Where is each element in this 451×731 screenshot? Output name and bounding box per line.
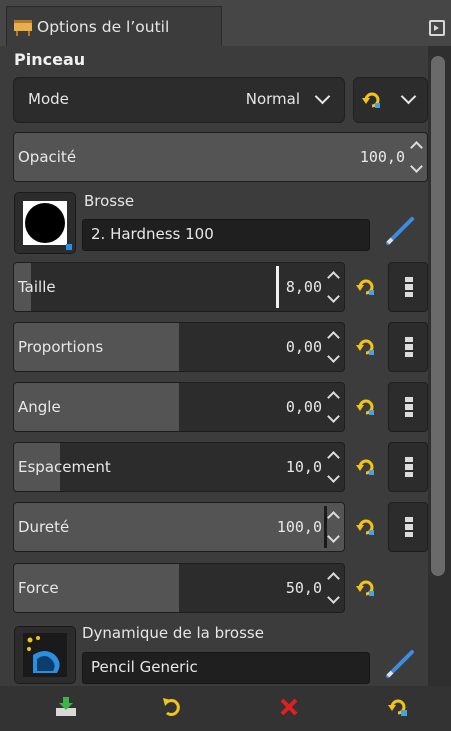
tab-bar: Options de l’outil bbox=[0, 0, 451, 46]
slider-label: Angle bbox=[18, 398, 61, 416]
mode-label: Mode bbox=[28, 90, 69, 108]
opacity-spin[interactable]: Opacité 100,0 bbox=[13, 132, 428, 182]
tool-name: Pinceau bbox=[14, 50, 86, 69]
slider-label: Proportions bbox=[18, 338, 104, 356]
link-chain-icon[interactable] bbox=[388, 322, 428, 372]
slider-5[interactable]: Dureté 100,0 bbox=[13, 502, 345, 552]
opacity-stepper[interactable] bbox=[409, 137, 425, 179]
slider-value: 50,0 bbox=[285, 579, 322, 597]
slider-value: 10,0 bbox=[285, 458, 322, 476]
scrollbar-thumb[interactable] bbox=[431, 56, 445, 576]
slider-value: 8,00 bbox=[285, 278, 322, 296]
slider-stepper[interactable] bbox=[326, 267, 342, 309]
delete-icon[interactable] bbox=[276, 694, 302, 720]
tab-menu-icon[interactable] bbox=[429, 20, 445, 36]
tab-title: Options de l’outil bbox=[37, 17, 170, 36]
dynamics-preview-button[interactable] bbox=[14, 626, 76, 684]
brush-name-field[interactable]: 2. Hardness 100 bbox=[82, 219, 370, 251]
mode-value: Normal bbox=[245, 90, 300, 108]
slider-2[interactable]: Proportions 0,00 bbox=[13, 322, 345, 372]
link-chain-icon[interactable] bbox=[388, 262, 428, 312]
slider-stepper[interactable] bbox=[326, 387, 342, 429]
slider-4[interactable]: Espacement 10,0 bbox=[13, 442, 345, 492]
reset-icon[interactable] bbox=[355, 396, 377, 418]
chevron-down-icon bbox=[400, 88, 417, 105]
link-chain-icon[interactable] bbox=[388, 442, 428, 492]
slider-1[interactable]: Taille 8,00 bbox=[13, 262, 345, 312]
slider-3[interactable]: Angle 0,00 bbox=[13, 382, 345, 432]
link-chain-icon[interactable] bbox=[388, 382, 428, 432]
bottom-toolbar bbox=[0, 686, 451, 731]
slider-6[interactable]: Force 50,0 bbox=[13, 563, 345, 613]
slider-value: 0,00 bbox=[285, 398, 322, 416]
slider-label: Taille bbox=[18, 278, 56, 296]
mode-select[interactable]: Mode Normal bbox=[13, 77, 345, 123]
dynamics-icon bbox=[23, 633, 67, 677]
slider-stepper[interactable] bbox=[326, 447, 342, 489]
brush-shape-icon bbox=[25, 203, 65, 243]
tab-tool-options[interactable]: Options de l’outil bbox=[6, 6, 222, 46]
brush-label: Brosse bbox=[84, 192, 135, 210]
edit-brush-icon[interactable] bbox=[382, 213, 418, 249]
brush-name: 2. Hardness 100 bbox=[91, 225, 214, 243]
reset-icon[interactable] bbox=[385, 694, 411, 720]
reset-icon[interactable] bbox=[355, 276, 377, 298]
slider-stepper[interactable] bbox=[326, 568, 342, 610]
reset-icon[interactable] bbox=[355, 516, 377, 538]
reset-icon bbox=[362, 92, 380, 108]
dynamics-label: Dynamique de la brosse bbox=[82, 624, 264, 642]
edit-dynamics-icon[interactable] bbox=[382, 646, 418, 682]
slider-stepper[interactable] bbox=[326, 507, 342, 549]
dynamics-name-field[interactable]: Pencil Generic bbox=[82, 652, 370, 684]
opacity-label: Opacité bbox=[18, 148, 77, 166]
slider-value: 100,0 bbox=[276, 518, 322, 536]
slider-value: 0,00 bbox=[285, 338, 322, 356]
opacity-value: 100,0 bbox=[359, 148, 405, 166]
reset-icon[interactable] bbox=[355, 456, 377, 478]
slider-label: Espacement bbox=[18, 458, 111, 476]
scrollbar[interactable] bbox=[428, 46, 451, 686]
dynamics-name: Pencil Generic bbox=[91, 658, 198, 676]
reset-icon[interactable] bbox=[355, 336, 377, 358]
brush-preview-button[interactable] bbox=[14, 192, 76, 254]
text-cursor bbox=[276, 266, 279, 308]
mode-reset-button[interactable] bbox=[353, 77, 428, 123]
slider-label: Dureté bbox=[18, 518, 70, 536]
tool-options-icon bbox=[14, 19, 32, 36]
slider-label: Force bbox=[18, 579, 59, 597]
restore-icon[interactable] bbox=[160, 694, 186, 720]
chevron-down-icon bbox=[314, 88, 331, 105]
slider-stepper[interactable] bbox=[326, 327, 342, 369]
reset-icon[interactable] bbox=[355, 577, 377, 599]
save-icon[interactable] bbox=[53, 694, 79, 720]
link-chain-icon[interactable] bbox=[388, 502, 428, 552]
